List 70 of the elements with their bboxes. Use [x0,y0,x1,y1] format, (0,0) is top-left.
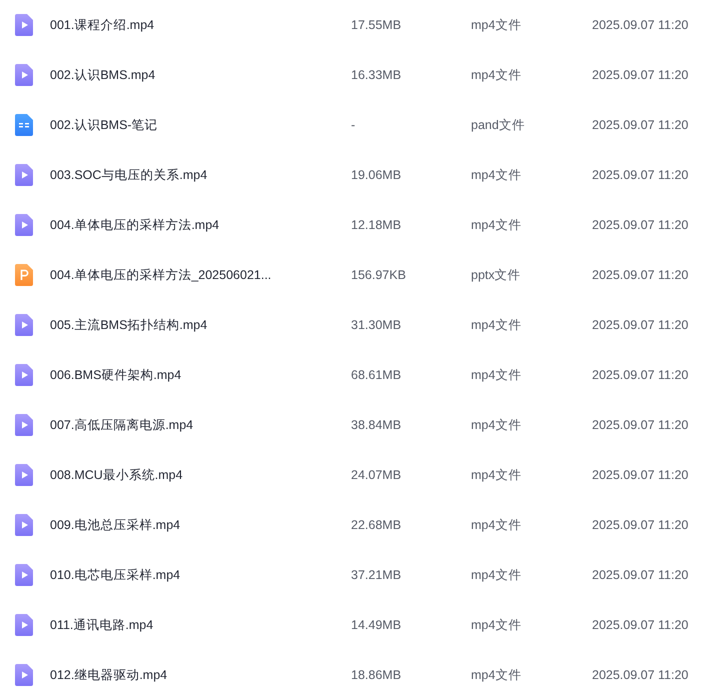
modified-date: 2025.09.07 11:20 [592,468,688,482]
modified-date: 2025.09.07 11:20 [592,568,688,582]
file-name[interactable]: 003.SOC与电压的关系.mp4 [50,168,208,182]
modified-date: 2025.09.07 11:20 [592,368,688,382]
video-file-icon [15,64,33,86]
file-name[interactable]: 011.通讯电路.mp4 [50,618,154,632]
file-name[interactable]: 004.单体电压的采样方法.mp4 [50,218,220,232]
file-size: 19.06MB [351,168,402,182]
modified-date: 2025.09.07 11:20 [592,218,688,232]
file-type: mp4文件 [471,618,522,632]
modified-date: 2025.09.07 11:20 [592,418,688,432]
video-file-icon [15,14,33,36]
video-file-icon [15,364,33,386]
file-size: 16.33MB [351,68,402,82]
file-type: pptx文件 [471,268,521,282]
file-type: mp4文件 [471,318,522,332]
file-size: 38.84MB [351,418,402,432]
file-name[interactable]: 007.高低压隔离电源.mp4 [50,418,194,432]
slides-file-icon [15,264,33,286]
file-name[interactable]: 009.电池总压采样.mp4 [50,518,180,532]
file-type: mp4文件 [471,218,522,232]
file-name[interactable]: 002.认识BMS-笔记 [50,118,158,132]
file-name[interactable]: 006.BMS硬件架构.mp4 [50,368,182,382]
file-size: 22.68MB [351,518,402,532]
file-name[interactable]: 004.单体电压的采样方法_202506021... [50,268,272,282]
file-type: mp4文件 [471,168,522,182]
modified-date: 2025.09.07 11:20 [592,518,688,532]
file-type: mp4文件 [471,68,522,82]
file-size: 18.86MB [351,668,402,682]
file-size: 14.49MB [351,618,402,632]
video-file-icon [15,464,33,486]
file-size: 37.21MB [351,568,402,582]
file-name[interactable]: 005.主流BMS拓扑结构.mp4 [50,318,208,332]
video-file-icon [15,514,33,536]
file-name[interactable]: 010.电芯电压采样.mp4 [50,568,180,582]
file-size: 156.97KB [351,268,406,282]
note-file-icon [15,114,33,136]
file-size: 31.30MB [351,318,402,332]
video-file-icon [15,614,33,636]
file-size: 17.55MB [351,18,402,32]
file-name[interactable]: 002.认识BMS.mp4 [50,68,156,82]
file-name[interactable]: 008.MCU最小系统.mp4 [50,468,183,482]
modified-date: 2025.09.07 11:20 [592,618,688,632]
file-size: 24.07MB [351,468,402,482]
modified-date: 2025.09.07 11:20 [592,668,688,682]
file-type: mp4文件 [471,468,522,482]
file-type: mp4文件 [471,568,522,582]
video-file-icon [15,664,33,686]
file-size: 12.18MB [351,218,402,232]
video-file-icon [15,414,33,436]
video-file-icon [15,564,33,586]
modified-date: 2025.09.07 11:20 [592,18,688,32]
file-size: - [351,118,356,132]
modified-date: 2025.09.07 11:20 [592,68,688,82]
file-type: mp4文件 [471,518,522,532]
video-file-icon [15,314,33,336]
file-type: mp4文件 [471,668,522,682]
modified-date: 2025.09.07 11:20 [592,168,688,182]
modified-date: 2025.09.07 11:20 [592,118,688,132]
modified-date: 2025.09.07 11:20 [592,268,688,282]
file-type: mp4文件 [471,18,522,32]
file-size: 68.61MB [351,368,402,382]
video-file-icon [15,214,33,236]
modified-date: 2025.09.07 11:20 [592,318,688,332]
file-name[interactable]: 012.继电器驱动.mp4 [50,668,168,682]
file-type: pand文件 [471,118,525,132]
file-name[interactable]: 001.课程介绍.mp4 [50,18,154,32]
file-type: mp4文件 [471,418,522,432]
video-file-icon [15,164,33,186]
file-type: mp4文件 [471,368,522,382]
